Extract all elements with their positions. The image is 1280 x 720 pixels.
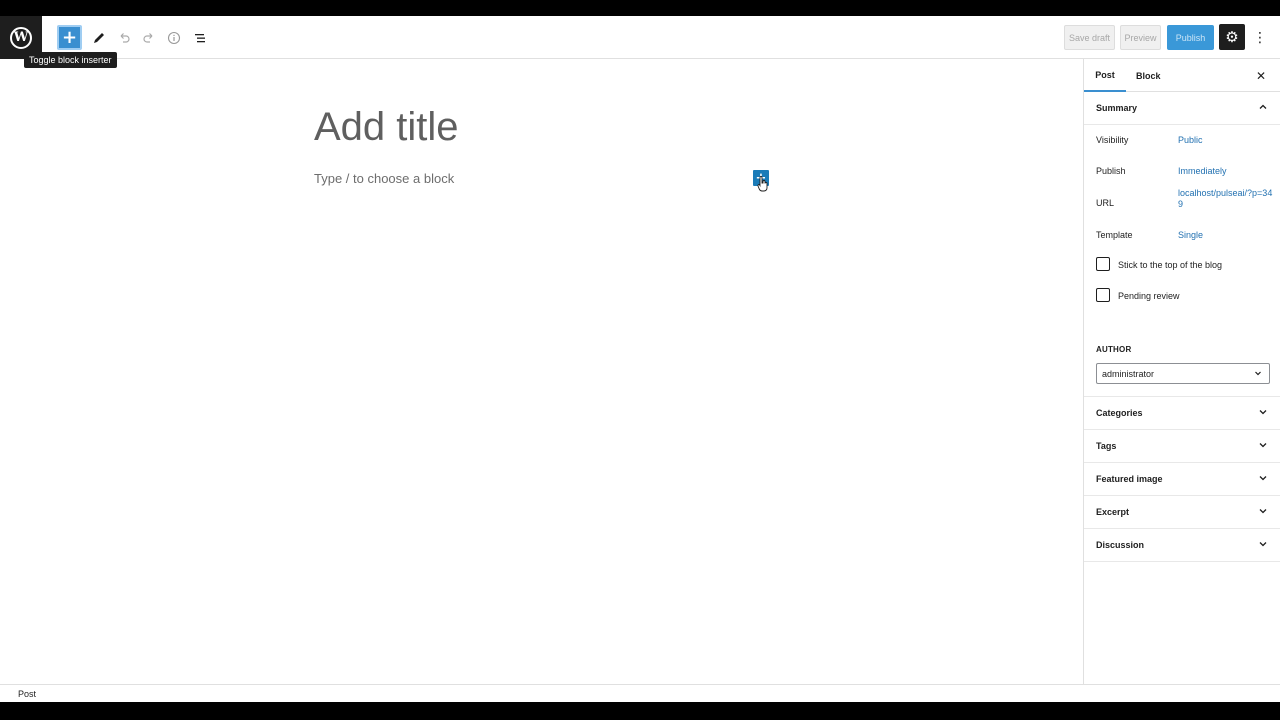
post-title-input[interactable]: Add title bbox=[314, 105, 459, 150]
excerpt-heading: Excerpt bbox=[1096, 507, 1130, 517]
summary-panel: Visibility Public Publish Immediately UR… bbox=[1084, 125, 1280, 397]
publish-button[interactable]: Publish bbox=[1167, 25, 1214, 50]
template-value[interactable]: Single bbox=[1178, 230, 1274, 241]
save-draft-button[interactable]: Save draft bbox=[1064, 25, 1115, 50]
undo-icon bbox=[120, 33, 130, 43]
sidebar-tabs: Post Block ✕ bbox=[1084, 59, 1280, 92]
block-editor: W + Toggle block inserter Save draft Pre… bbox=[0, 16, 1280, 702]
options-button[interactable]: ⋮ bbox=[1250, 26, 1270, 50]
undo-button[interactable] bbox=[112, 26, 136, 50]
chevron-up-icon bbox=[1259, 104, 1267, 109]
template-label: Template bbox=[1096, 230, 1133, 240]
publish-date-value[interactable]: Immediately bbox=[1178, 166, 1274, 177]
pending-review-label: Pending review bbox=[1118, 291, 1180, 301]
breadcrumb-post[interactable]: Post bbox=[18, 689, 36, 699]
info-icon bbox=[167, 31, 181, 45]
chevron-down-icon bbox=[1255, 371, 1261, 376]
tooltip: Toggle block inserter bbox=[24, 52, 117, 68]
discussion-panel-toggle[interactable]: Discussion bbox=[1084, 529, 1280, 562]
author-select[interactable]: administrator bbox=[1096, 363, 1270, 384]
list-view-button[interactable] bbox=[188, 26, 212, 50]
more-vertical-icon: ⋮ bbox=[1253, 30, 1267, 46]
top-toolbar: W + Toggle block inserter Save draft Pre… bbox=[0, 16, 1280, 68]
default-block-appender[interactable]: Type / to choose a block bbox=[314, 171, 454, 186]
tab-block[interactable]: Block bbox=[1136, 59, 1161, 92]
chevron-down-icon bbox=[1259, 476, 1267, 481]
author-label: AUTHOR bbox=[1096, 345, 1132, 354]
redo-button[interactable] bbox=[137, 26, 161, 50]
categories-heading: Categories bbox=[1096, 408, 1143, 418]
block-inserter-button[interactable]: + bbox=[57, 25, 82, 50]
preview-button[interactable]: Preview bbox=[1120, 25, 1161, 50]
categories-panel-toggle[interactable]: Categories bbox=[1084, 397, 1280, 430]
chevron-down-icon bbox=[1259, 509, 1267, 514]
tags-heading: Tags bbox=[1096, 441, 1117, 451]
close-icon: ✕ bbox=[1255, 68, 1266, 83]
list-view-icon bbox=[195, 34, 205, 43]
close-sidebar-button[interactable]: ✕ bbox=[1256, 59, 1266, 92]
settings-button[interactable]: ⚙ bbox=[1219, 24, 1245, 50]
visibility-value[interactable]: Public bbox=[1178, 135, 1274, 146]
featured-image-heading: Featured image bbox=[1096, 474, 1163, 484]
sticky-checkbox[interactable] bbox=[1096, 257, 1110, 271]
summary-heading: Summary bbox=[1096, 103, 1138, 113]
pending-review-checkbox[interactable] bbox=[1096, 288, 1110, 302]
excerpt-panel-toggle[interactable]: Excerpt bbox=[1084, 496, 1280, 529]
url-value[interactable]: localhost/pulseai/?p=349 bbox=[1178, 188, 1274, 210]
tags-panel-toggle[interactable]: Tags bbox=[1084, 430, 1280, 463]
settings-sidebar: Post Block ✕ Summary Visibility Public P… bbox=[1083, 59, 1280, 684]
details-button[interactable] bbox=[162, 26, 186, 50]
visibility-label: Visibility bbox=[1096, 135, 1129, 145]
editor-canvas: Add title Type / to choose a block + bbox=[0, 59, 1083, 684]
discussion-heading: Discussion bbox=[1096, 540, 1145, 550]
url-label: URL bbox=[1096, 198, 1115, 208]
featured-image-panel-toggle[interactable]: Featured image bbox=[1084, 463, 1280, 496]
tab-post[interactable]: Post bbox=[1084, 59, 1126, 92]
chevron-down-icon bbox=[1259, 542, 1267, 547]
wordpress-icon: W bbox=[10, 26, 32, 49]
chevron-down-icon bbox=[1259, 410, 1267, 415]
chevron-down-icon bbox=[1259, 443, 1267, 448]
footer-breadcrumb: Post bbox=[0, 684, 1280, 702]
publish-label: Publish bbox=[1096, 166, 1126, 176]
redo-icon bbox=[143, 33, 153, 43]
author-value: administrator bbox=[1102, 368, 1155, 379]
gear-icon: ⚙ bbox=[1225, 28, 1239, 46]
sticky-label: Stick to the top of the blog bbox=[1118, 260, 1223, 270]
tools-button[interactable] bbox=[87, 26, 111, 50]
summary-panel-toggle[interactable]: Summary bbox=[1084, 92, 1280, 125]
pencil-icon bbox=[94, 33, 104, 43]
hand-cursor-icon bbox=[757, 176, 768, 192]
